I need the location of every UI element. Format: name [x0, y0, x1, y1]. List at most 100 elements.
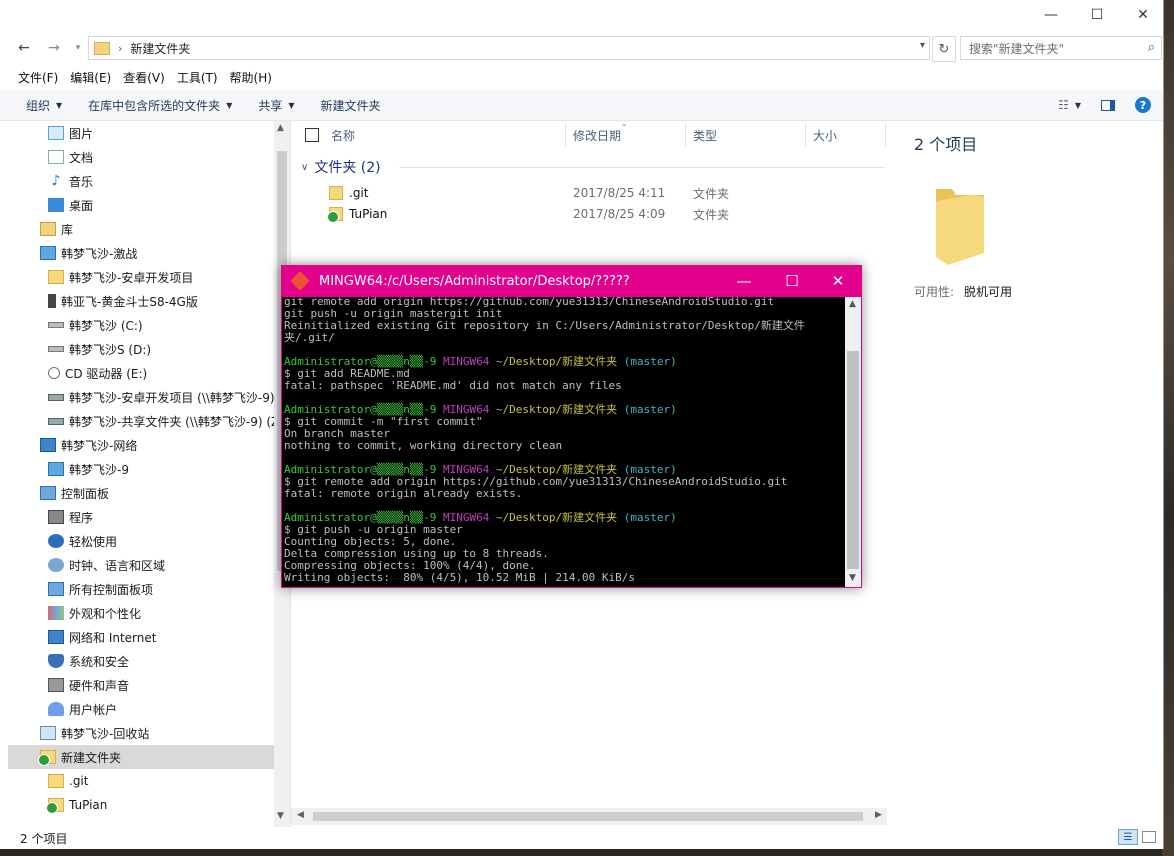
- nav-item[interactable]: 韩梦飞沙-安卓开发项目 (\\韩梦飞沙-9) (: [8, 385, 274, 409]
- details-pane: 2 个项目 可用性: 脱机可用: [888, 121, 1163, 827]
- scroll-up-icon[interactable]: ▲: [849, 299, 856, 309]
- availability-label: 可用性:: [914, 285, 955, 299]
- new-folder-button[interactable]: 新建文件夹: [321, 97, 381, 114]
- large-icons-view-icon[interactable]: [1142, 831, 1156, 843]
- file-row[interactable]: TuPian 2017/8/25 4:09 文件夹: [321, 204, 881, 224]
- nav-item[interactable]: 图片: [8, 121, 274, 145]
- scroll-thumb[interactable]: [847, 351, 859, 569]
- nav-item[interactable]: 韩梦飞沙-激战: [8, 241, 274, 265]
- file-modified: 2017/8/25 4:09: [573, 207, 666, 221]
- terminal-scrollbar[interactable]: ▲ ▼: [845, 297, 861, 587]
- menu-help[interactable]: 帮助(H): [224, 68, 278, 88]
- view-options-chevron-icon[interactable]: ▼: [1075, 101, 1081, 110]
- nav-item[interactable]: .git: [8, 769, 274, 793]
- address-bar[interactable]: › 新建文件夹 ▾: [88, 36, 930, 60]
- git-bash-terminal-window[interactable]: MINGW64:/c/Users/Administrator/Desktop/?…: [281, 265, 862, 588]
- menu-view[interactable]: 查看(V): [117, 68, 171, 88]
- nav-item[interactable]: TuPian: [8, 793, 274, 817]
- include-in-library-button[interactable]: 在库中包含所选的文件夹 ▼: [88, 97, 232, 114]
- nav-item[interactable]: 新建文件夹: [8, 745, 274, 769]
- nav-item[interactable]: 所有控制面板项: [8, 577, 274, 601]
- terminal-screen[interactable]: git remote add origin https://github.com…: [282, 297, 845, 587]
- nav-item[interactable]: 轻松使用: [8, 529, 274, 553]
- nav-item[interactable]: ♪ 音乐: [8, 169, 274, 193]
- column-separator[interactable]: [885, 123, 886, 147]
- scroll-down-icon[interactable]: ▼: [849, 573, 856, 583]
- file-row[interactable]: .git 2017/8/25 4:11 文件夹: [321, 183, 881, 203]
- share-button[interactable]: 共享 ▼: [258, 97, 294, 114]
- column-header-name[interactable]: 名称: [331, 121, 355, 149]
- breadcrumb-current[interactable]: 新建文件夹: [130, 40, 190, 57]
- column-separator[interactable]: [685, 123, 686, 147]
- scroll-thumb[interactable]: [313, 812, 863, 821]
- nav-item[interactable]: 时钟、语言和区域: [8, 553, 274, 577]
- nav-item[interactable]: 网络和 Internet: [8, 625, 274, 649]
- file-name[interactable]: TuPian: [349, 207, 387, 221]
- column-separator[interactable]: [805, 123, 806, 147]
- nav-item[interactable]: 文档: [8, 145, 274, 169]
- refresh-icon[interactable]: ↻: [932, 36, 956, 62]
- terminal-minimize-button[interactable]: —: [721, 265, 767, 297]
- forward-arrow-icon[interactable]: →: [44, 38, 64, 58]
- scroll-right-icon[interactable]: ▶: [875, 810, 882, 820]
- scroll-up-icon[interactable]: ▲: [277, 123, 284, 133]
- recent-locations-chevron-icon[interactable]: ▾: [68, 38, 88, 58]
- nav-item[interactable]: 程序: [8, 505, 274, 529]
- change-view-icon[interactable]: ☷: [1058, 98, 1069, 112]
- nav-item[interactable]: 库: [8, 217, 274, 241]
- scroll-left-icon[interactable]: ◀: [297, 810, 304, 820]
- terminal-maximize-button[interactable]: ☐: [769, 265, 815, 297]
- nav-item[interactable]: 韩梦飞沙-9: [8, 457, 274, 481]
- close-button[interactable]: ✕: [1120, 0, 1166, 30]
- group-divider: [399, 167, 885, 168]
- column-header-size[interactable]: 大小: [813, 121, 837, 149]
- nav-item-label: 图片: [69, 126, 94, 141]
- nav-item[interactable]: 韩梦飞沙-网络: [8, 433, 274, 457]
- menu-file[interactable]: 文件(F): [0, 68, 64, 88]
- maximize-button[interactable]: ☐: [1074, 0, 1120, 30]
- nav-item[interactable]: 韩梦飞沙-安卓开发项目: [8, 265, 274, 289]
- horizontal-scrollbar[interactable]: ◀ ▶: [291, 808, 887, 825]
- menu-tools[interactable]: 工具(T): [171, 68, 224, 88]
- column-header-modified[interactable]: 修改日期: [573, 121, 621, 149]
- nav-item[interactable]: 控制面板: [8, 481, 274, 505]
- terminal-close-button[interactable]: ✕: [815, 265, 861, 297]
- file-name[interactable]: .git: [349, 186, 368, 200]
- nav-item[interactable]: 韩亚飞-黄金斗士S8-4G版: [8, 289, 274, 313]
- nav-item[interactable]: 系统和安全: [8, 649, 274, 673]
- nav-item[interactable]: 韩梦飞沙 (C:): [8, 313, 274, 337]
- column-header-type[interactable]: 类型: [693, 121, 717, 149]
- terminal-title: MINGW64:/c/Users/Administrator/Desktop/?…: [319, 273, 630, 289]
- network-drive-icon: [48, 393, 64, 401]
- scroll-down-icon[interactable]: ▼: [277, 811, 284, 821]
- nav-item[interactable]: 外观和个性化: [8, 601, 274, 625]
- nav-item[interactable]: CD 驱动器 (E:): [8, 361, 274, 385]
- menu-edit[interactable]: 编辑(E): [64, 68, 117, 88]
- breadcrumb-chevron-icon[interactable]: ›: [118, 42, 122, 55]
- nav-item[interactable]: 韩梦飞沙-回收站: [8, 721, 274, 745]
- nav-item[interactable]: 韩梦飞沙S (D:): [8, 337, 274, 361]
- help-icon[interactable]: ?: [1135, 97, 1151, 113]
- minimize-button[interactable]: —: [1028, 0, 1074, 30]
- details-view-icon[interactable]: ☰: [1118, 829, 1138, 845]
- group-header-folders[interactable]: ∨ 文件夹 (2): [301, 157, 381, 177]
- nav-item-label: 韩梦飞沙S (D:): [69, 342, 152, 357]
- back-arrow-icon[interactable]: ←: [14, 38, 34, 58]
- recycle-bin-icon: [40, 726, 56, 740]
- explorer-title-bar[interactable]: — ☐ ✕: [0, 0, 1163, 30]
- nav-item[interactable]: 桌面: [8, 193, 274, 217]
- search-input[interactable]: 搜索"新建文件夹" ⌕: [960, 36, 1162, 60]
- organize-button[interactable]: 组织 ▼: [26, 97, 62, 114]
- nav-item-label: 外观和个性化: [69, 606, 142, 621]
- nav-item[interactable]: 韩梦飞沙-共享文件夹 (\\韩梦飞沙-9) (Z: [8, 409, 274, 433]
- nav-item[interactable]: 硬件和声音: [8, 673, 274, 697]
- terminal-title-bar[interactable]: MINGW64:/c/Users/Administrator/Desktop/?…: [281, 265, 862, 297]
- column-separator[interactable]: [565, 123, 566, 147]
- preview-pane-icon[interactable]: [1101, 99, 1115, 111]
- search-icon[interactable]: ⌕: [1148, 40, 1155, 55]
- nav-item[interactable]: 用户帐户: [8, 697, 274, 721]
- collapse-chevron-icon[interactable]: ∨: [301, 162, 308, 173]
- select-all-checkbox[interactable]: [305, 121, 319, 149]
- address-dropdown-icon[interactable]: ▾: [920, 40, 925, 51]
- sync-check-icon: [327, 211, 339, 223]
